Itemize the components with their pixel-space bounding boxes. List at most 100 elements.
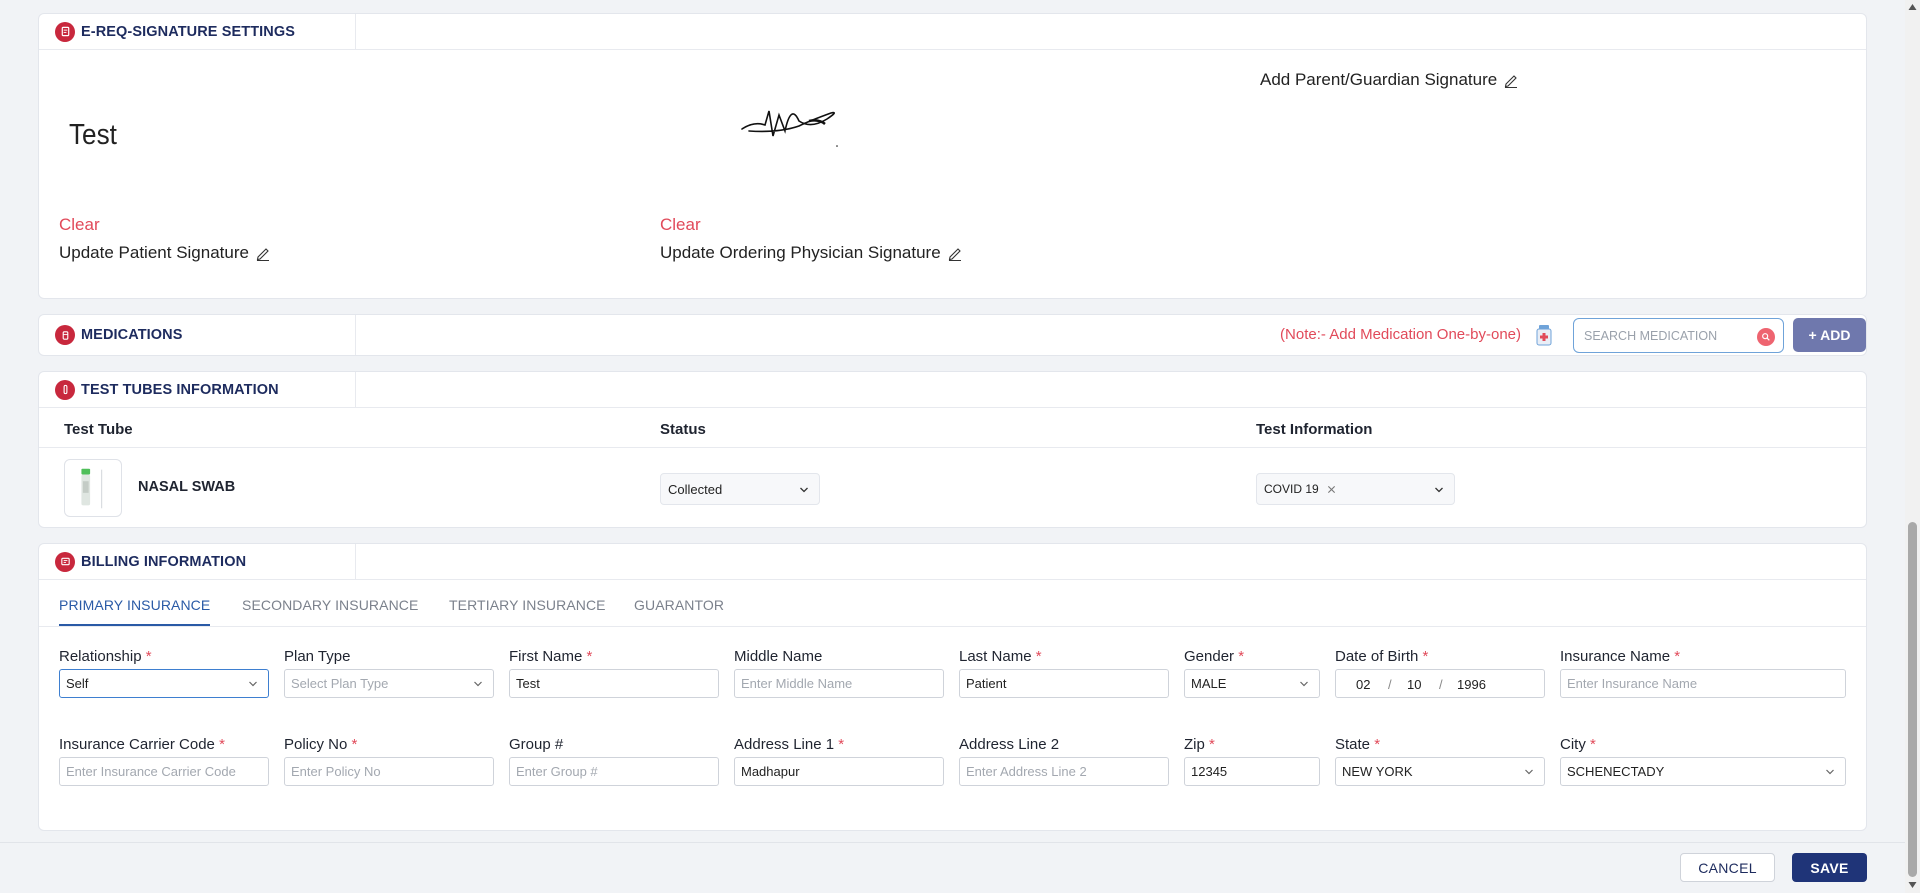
city-select[interactable]: SCHENECTADY <box>1560 757 1846 786</box>
last-name-input[interactable]: Patient <box>959 669 1169 698</box>
dob-label: Date of Birth * <box>1335 648 1429 665</box>
plan-type-select[interactable]: Select Plan Type <box>284 669 494 698</box>
dob-separator: / <box>1439 677 1443 692</box>
state-select[interactable]: NEW YORK <box>1335 757 1545 786</box>
dob-input[interactable]: 02 / 10 / 1996 <box>1335 669 1545 698</box>
insurance-name-input[interactable]: Enter Insurance Name <box>1560 669 1846 698</box>
card-header: TEST TUBES INFORMATION <box>39 372 1866 408</box>
tab-guarantor[interactable]: GUARANTOR <box>634 597 724 613</box>
tube-name: NASAL SWAB <box>138 479 236 495</box>
plan-type-label: Plan Type <box>284 648 351 665</box>
address2-label: Address Line 2 <box>959 736 1060 753</box>
pen-icon <box>1505 75 1518 88</box>
middle-name-input[interactable]: Enter Middle Name <box>734 669 944 698</box>
dob-year[interactable]: 1996 <box>1457 677 1486 692</box>
insurance-name-label: Insurance Name * <box>1560 648 1681 665</box>
add-guardian-signature-button[interactable]: Add Parent/Guardian Signature <box>1260 70 1519 90</box>
save-button[interactable]: SAVE <box>1792 853 1867 882</box>
policy-no-input[interactable]: Enter Policy No <box>284 757 494 786</box>
test-chip: COVID 19 <box>1264 482 1336 496</box>
dob-day[interactable]: 10 <box>1407 677 1421 692</box>
medication-note: (Note:- Add Medication One-by-one) <box>1280 326 1521 343</box>
first-name-label: First Name * <box>509 648 593 665</box>
gender-value: MALE <box>1191 676 1227 691</box>
close-icon[interactable] <box>1327 485 1336 494</box>
zip-input[interactable]: 12345 <box>1184 757 1320 786</box>
medication-search-input[interactable]: SEARCH MEDICATION <box>1573 318 1784 353</box>
update-physician-signature-label: Update Ordering Physician Signature <box>660 243 941 262</box>
group-no-input[interactable]: Enter Group # <box>509 757 719 786</box>
relationship-label: Relationship * <box>59 648 152 665</box>
update-physician-signature-button[interactable]: Update Ordering Physician Signature <box>660 243 963 263</box>
card-header: E-REQ-SIGNATURE SETTINGS <box>39 14 1866 50</box>
clear-physician-signature-link[interactable]: Clear <box>660 215 701 235</box>
medications-title: MEDICATIONS <box>81 327 183 343</box>
column-header-test-tube: Test Tube <box>64 421 133 438</box>
test-information-select[interactable]: COVID 19 <box>1256 473 1455 505</box>
medication-section-icon <box>55 325 75 345</box>
relationship-value: Self <box>66 676 89 691</box>
billing-card: BILLING INFORMATION PRIMARY INSURANCE SE… <box>38 543 1867 831</box>
scroll-up-arrow-icon[interactable] <box>1908 3 1917 11</box>
pill-bottle-icon <box>1536 325 1552 346</box>
card-header: BILLING INFORMATION <box>39 544 1866 580</box>
scroll-down-arrow-icon[interactable] <box>1908 881 1917 889</box>
carrier-code-input[interactable]: Enter Insurance Carrier Code <box>59 757 269 786</box>
signature-settings-card: E-REQ-SIGNATURE SETTINGS Test Clear Upda… <box>38 13 1867 299</box>
test-chip-label: COVID 19 <box>1264 482 1319 496</box>
state-value: NEW YORK <box>1342 764 1413 779</box>
billing-title: BILLING INFORMATION <box>81 553 247 570</box>
status-value: Collected <box>668 481 723 497</box>
middle-name-label: Middle Name <box>734 648 823 665</box>
dob-month[interactable]: 02 <box>1356 677 1370 692</box>
signature-title: E-REQ-SIGNATURE SETTINGS <box>81 23 296 40</box>
chevron-down-icon <box>1435 487 1443 493</box>
test-tubes-card: TEST TUBES INFORMATION Test Tube Status … <box>38 371 1867 528</box>
scrollbar-thumb[interactable] <box>1908 522 1917 877</box>
relationship-select[interactable]: Self <box>59 669 269 698</box>
zip-label: Zip * <box>1184 736 1215 753</box>
footer-bar <box>0 842 1920 893</box>
last-name-label: Last Name * <box>959 648 1042 665</box>
city-value: SCHENECTADY <box>1567 764 1665 779</box>
first-name-input[interactable]: Test <box>509 669 719 698</box>
address2-input[interactable]: Enter Address Line 2 <box>959 757 1169 786</box>
billing-section-icon <box>55 551 75 572</box>
chevron-down-icon <box>474 681 482 687</box>
update-patient-signature-button[interactable]: Update Patient Signature <box>59 243 271 263</box>
signature-section-icon <box>55 21 75 42</box>
section-title: E-REQ-SIGNATURE SETTINGS <box>39 14 356 49</box>
section-title: TEST TUBES INFORMATION <box>39 372 356 407</box>
tab-tertiary-insurance[interactable]: TERTIARY INSURANCE <box>449 597 606 613</box>
carrier-code-label: Insurance Carrier Code * <box>59 736 225 753</box>
chevron-down-icon <box>249 681 257 687</box>
add-guardian-signature-label: Add Parent/Guardian Signature <box>1260 70 1498 89</box>
plan-type-placeholder: Select Plan Type <box>291 676 389 691</box>
pen-icon <box>256 248 269 261</box>
search-icon[interactable] <box>1757 328 1775 346</box>
column-header-status: Status <box>660 421 706 438</box>
add-medication-button[interactable]: + ADD <box>1793 318 1866 352</box>
tube-section-icon <box>55 379 75 400</box>
cancel-button[interactable]: CANCEL <box>1680 853 1775 882</box>
chevron-down-icon <box>1525 769 1533 775</box>
patient-signature-display: Test <box>69 119 117 151</box>
state-label: State * <box>1335 736 1381 753</box>
policy-no-label: Policy No * <box>284 736 358 753</box>
column-header-test-information: Test Information <box>1256 421 1373 438</box>
gender-select[interactable]: MALE <box>1184 669 1320 698</box>
tab-primary-insurance[interactable]: PRIMARY INSURANCE <box>59 597 211 626</box>
medication-search-placeholder: SEARCH MEDICATION <box>1584 328 1718 343</box>
medications-card: MEDICATIONS (Note:- Add Medication One-b… <box>38 314 1867 356</box>
city-label: City * <box>1560 736 1596 753</box>
tube-image <box>81 468 103 509</box>
dob-separator: / <box>1388 677 1392 692</box>
address1-input[interactable]: Madhapur <box>734 757 944 786</box>
pen-icon <box>948 248 961 261</box>
status-select[interactable]: Collected <box>660 473 820 505</box>
chevron-down-icon <box>800 487 808 493</box>
tab-secondary-insurance[interactable]: SECONDARY INSURANCE <box>242 597 418 613</box>
vertical-scrollbar[interactable] <box>1905 0 1920 893</box>
clear-patient-signature-link[interactable]: Clear <box>59 215 100 235</box>
section-title: MEDICATIONS <box>39 315 356 355</box>
